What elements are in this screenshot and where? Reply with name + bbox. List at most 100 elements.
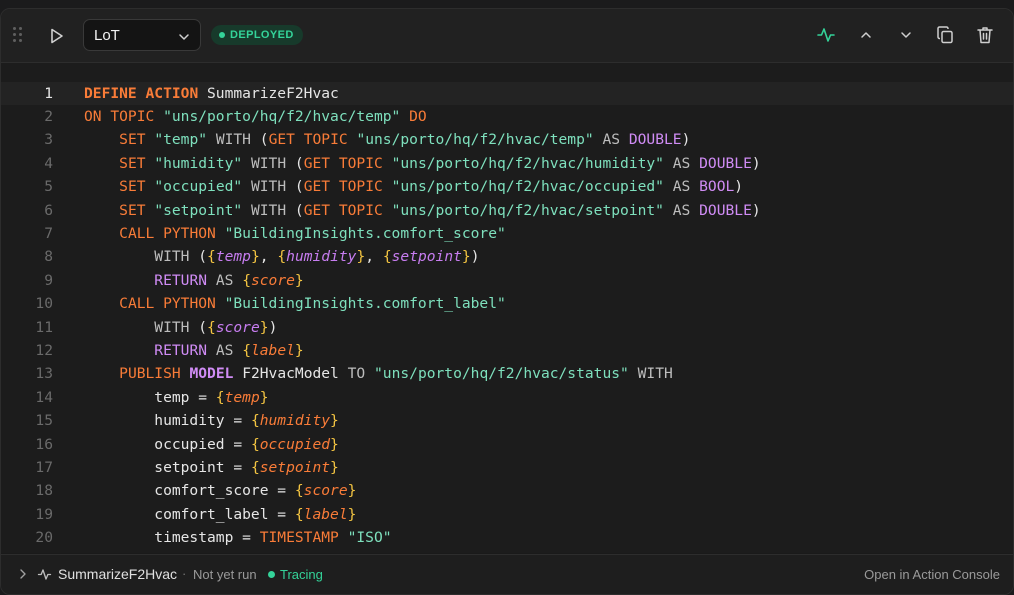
code-token: comfort_score = <box>84 482 295 500</box>
code-line[interactable]: 5 SET "occupied" WITH (GET TOPIC "uns/po… <box>1 175 1013 198</box>
code-line[interactable]: 16 occupied = {occupied} <box>1 433 1013 456</box>
line-number: 6 <box>44 201 53 219</box>
code-token: setpoint <box>391 248 462 266</box>
code-line[interactable]: 6 SET "setpoint" WITH (GET TOPIC "uns/po… <box>1 199 1013 222</box>
code-token: "uns/porto/hq/f2/hvac/setpoint" <box>391 201 664 219</box>
code-text: occupied = {occupied} <box>84 433 339 456</box>
copy-icon[interactable] <box>935 25 955 45</box>
code-line[interactable]: 9 RETURN AS {score} <box>1 269 1013 292</box>
code-token: RETURN <box>154 271 208 289</box>
code-text: comfort_score = {score} <box>84 479 356 502</box>
tracing-label: Tracing <box>280 567 323 582</box>
code-token: WITH <box>154 248 190 266</box>
code-line[interactable]: 19 comfort_label = {label} <box>1 503 1013 526</box>
code-line[interactable]: 4 SET "humidity" WITH (GET TOPIC "uns/po… <box>1 152 1013 175</box>
code-token: { <box>382 248 392 266</box>
code-token: "occupied" <box>154 178 243 196</box>
code-token: } <box>330 435 339 453</box>
code-token: ON TOPIC <box>84 107 155 125</box>
code-token: { <box>294 505 304 523</box>
trash-icon[interactable] <box>975 25 995 45</box>
code-token: AS <box>215 341 234 359</box>
code-token: , <box>365 248 383 266</box>
code-token: setpoint <box>259 458 331 476</box>
line-number: 5 <box>44 178 53 196</box>
code-token: { <box>242 341 251 359</box>
drag-handle-icon[interactable] <box>13 27 25 45</box>
code-editor[interactable]: 1 DEFINE ACTION SummarizeF2Hvac 2 ON TOPIC … <box>1 63 1013 553</box>
code-token: label <box>303 505 348 523</box>
code-token: ) <box>751 154 761 172</box>
code-line[interactable]: 10 CALL PYTHON "BuildingInsights.comfort… <box>1 292 1013 315</box>
code-line[interactable]: 14 temp = {temp} <box>1 386 1013 409</box>
line-number: 12 <box>35 341 53 359</box>
code-line[interactable]: 18 comfort_score = {score} <box>1 479 1013 502</box>
code-token: { <box>215 388 225 406</box>
open-in-action-console-link[interactable]: Open in Action Console <box>864 567 1000 582</box>
code-line[interactable]: 15 humidity = {humidity} <box>1 409 1013 432</box>
chevron-down-icon[interactable] <box>896 25 916 45</box>
code-line[interactable]: 12 RETURN AS {label} <box>1 339 1013 362</box>
code-line[interactable]: 7 CALL PYTHON "BuildingInsights.comfort_… <box>1 222 1013 245</box>
code-token: AS <box>602 131 621 149</box>
line-number: 1 <box>44 84 53 102</box>
code-line[interactable]: 8 WITH ({temp}, {humidity}, {setpoint}) <box>1 245 1013 268</box>
activity-icon[interactable] <box>816 25 836 45</box>
code-token: "uns/porto/hq/f2/hvac/temp" <box>356 131 594 149</box>
code-text: SET "occupied" WITH (GET TOPIC "uns/port… <box>84 175 743 198</box>
code-token: WITH <box>637 365 673 383</box>
code-text: WITH ({temp}, {humidity}, {setpoint}) <box>84 245 479 268</box>
code-line[interactable]: 3 SET "temp" WITH (GET TOPIC "uns/porto/… <box>1 128 1013 151</box>
code-token: } <box>347 482 357 500</box>
code-token: comfort_label = <box>84 505 295 523</box>
code-token: { <box>207 318 216 336</box>
code-text: ON TOPIC "uns/porto/hq/f2/hvac/temp" DO <box>84 105 427 128</box>
chevron-up-icon[interactable] <box>856 25 876 45</box>
code-text: DEFINE ACTION SummarizeF2Hvac <box>84 82 339 105</box>
code-token: { <box>277 248 287 266</box>
activity-icon <box>37 567 52 582</box>
code-line[interactable]: 2 ON TOPIC "uns/porto/hq/f2/hvac/temp" DO <box>1 105 1013 128</box>
code-text: CALL PYTHON "BuildingInsights.comfort_sc… <box>84 222 506 245</box>
code-token: label <box>250 341 295 359</box>
code-text: SET "humidity" WITH (GET TOPIC "uns/port… <box>84 152 761 175</box>
code-text: timestamp = TIMESTAMP "ISO" <box>84 526 391 549</box>
code-token: { <box>294 482 304 500</box>
code-token: humidity <box>259 412 331 430</box>
code-token: { <box>207 248 216 266</box>
code-token: ACTION <box>145 84 199 102</box>
code-token: { <box>250 458 260 476</box>
code-token: DOUBLE <box>628 131 682 149</box>
code-line[interactable]: 17 setpoint = {setpoint} <box>1 456 1013 479</box>
line-number: 2 <box>44 107 53 125</box>
code-line[interactable]: 11 WITH ({score}) <box>1 316 1013 339</box>
code-line[interactable]: 1 DEFINE ACTION SummarizeF2Hvac <box>1 81 1013 105</box>
code-token: ) <box>734 178 744 196</box>
chevron-right-icon[interactable] <box>18 568 28 580</box>
code-token: } <box>259 388 269 406</box>
footer-separator: · <box>182 566 187 581</box>
tracing-dot <box>268 571 275 578</box>
code-token: occupied = <box>84 435 251 453</box>
code-token: PUBLISH <box>119 365 181 383</box>
code-line[interactable]: 13 PUBLISH MODEL F2HvacModel TO "uns/por… <box>1 362 1013 385</box>
code-text: WITH ({score}) <box>84 316 277 339</box>
language-select[interactable]: LoT <box>83 19 201 51</box>
code-token: WITH <box>250 178 287 196</box>
play-icon[interactable] <box>45 25 67 47</box>
code-token: WITH <box>250 201 287 219</box>
code-token: } <box>330 458 339 476</box>
code-line[interactable]: 20 timestamp = TIMESTAMP "ISO" <box>1 526 1013 549</box>
